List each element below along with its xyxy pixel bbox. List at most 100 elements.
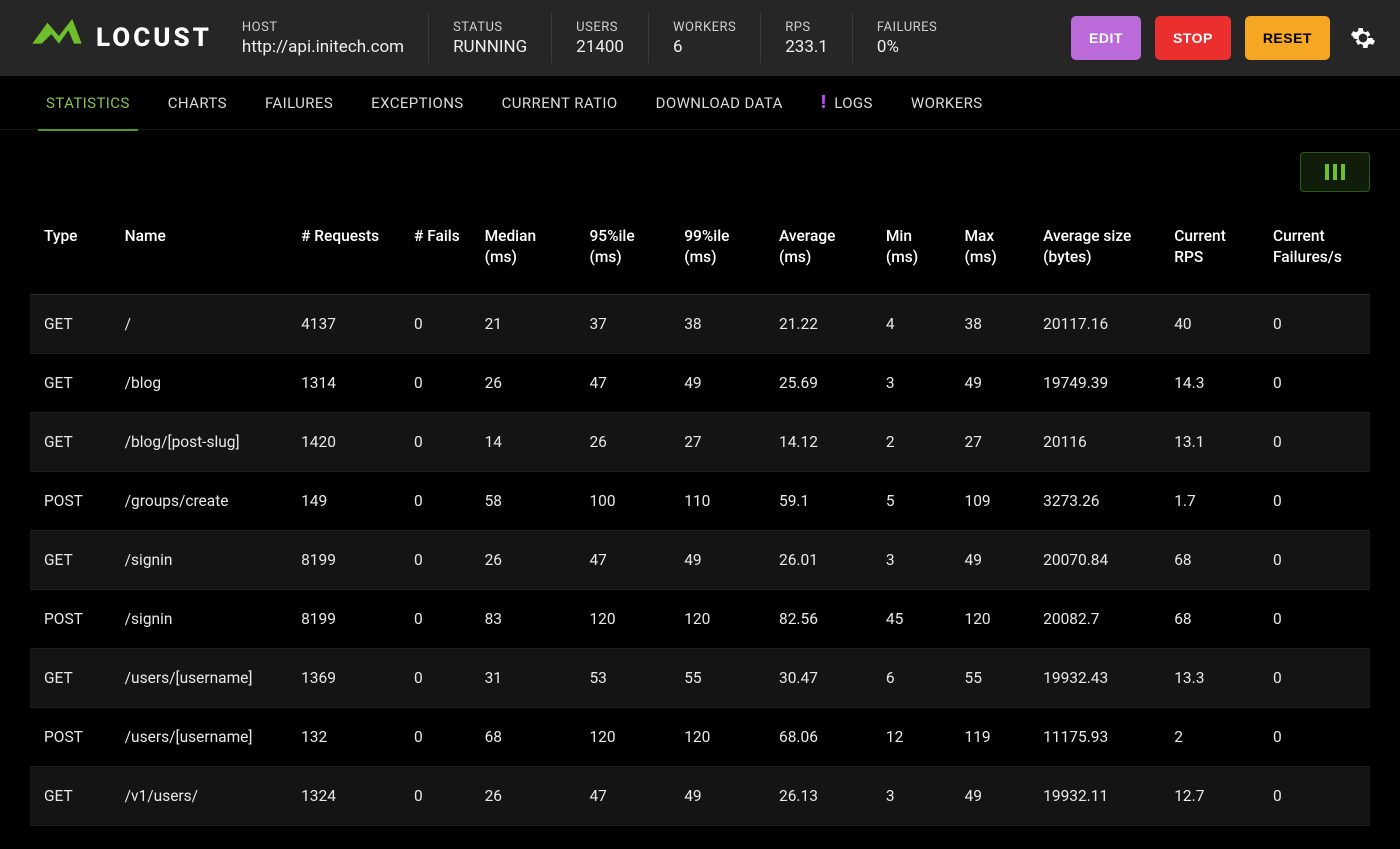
cell-median: 21 xyxy=(471,294,576,353)
cell-rps: 13.3 xyxy=(1160,648,1259,707)
col-max[interactable]: Max (ms) xyxy=(951,200,1030,294)
col-type[interactable]: Type xyxy=(30,200,111,294)
col-name[interactable]: Name xyxy=(111,200,287,294)
settings-icon[interactable] xyxy=(1350,25,1376,51)
cell-avg: 14.12 xyxy=(765,412,872,471)
metric-status-label: STATUS xyxy=(453,20,527,35)
table-row: GET/blog/[post-slug]1420014262714.122272… xyxy=(30,412,1370,471)
cell-fails: 0 xyxy=(400,353,471,412)
cell-fails: 0 xyxy=(400,766,471,825)
metric-users: USERS 21400 xyxy=(551,13,648,63)
stop-button[interactable]: STOP xyxy=(1155,16,1231,60)
col-p99[interactable]: 99%ile (ms) xyxy=(670,200,765,294)
table-row: GET/signin8199026474926.0134920070.84680 xyxy=(30,530,1370,589)
cell-requests: 1420 xyxy=(287,412,400,471)
cell-name: /blog/[post-slug] xyxy=(111,412,287,471)
cell-requests: 1314 xyxy=(287,353,400,412)
edit-button[interactable]: EDIT xyxy=(1071,16,1141,60)
cell-max: 55 xyxy=(951,648,1030,707)
cell-min: 5 xyxy=(872,471,951,530)
cell-max: 119 xyxy=(951,707,1030,766)
metric-failures: FAILURES 0% xyxy=(852,13,961,63)
brand-logo: LOCUST xyxy=(30,17,212,59)
cell-failures-s: 0 xyxy=(1259,766,1370,825)
tab-logs[interactable]: LOGS xyxy=(821,76,873,130)
cell-rps: 40 xyxy=(1160,294,1259,353)
reset-button[interactable]: RESET xyxy=(1245,16,1330,60)
cell-max: 49 xyxy=(951,766,1030,825)
table-row: POST/users/[username]13206812012068.0612… xyxy=(30,707,1370,766)
cell-p99: 49 xyxy=(670,766,765,825)
cell-p99: 110 xyxy=(670,471,765,530)
col-min[interactable]: Min (ms) xyxy=(872,200,951,294)
columns-toggle-button[interactable] xyxy=(1300,152,1370,192)
col-failures-s[interactable]: Current Failures/s xyxy=(1259,200,1370,294)
col-fails[interactable]: # Fails xyxy=(400,200,471,294)
tab-failures[interactable]: FAILURES xyxy=(265,76,333,130)
cell-type: POST xyxy=(30,589,111,648)
cell-p95: 120 xyxy=(575,589,670,648)
cell-min: 2 xyxy=(872,412,951,471)
cell-max: 109 xyxy=(951,471,1030,530)
cell-min: 3 xyxy=(872,353,951,412)
cell-requests: 149 xyxy=(287,471,400,530)
tab-current-ratio[interactable]: CURRENT RATIO xyxy=(502,76,618,130)
cell-max: 49 xyxy=(951,530,1030,589)
cell-median: 68 xyxy=(471,707,576,766)
table-row: GET/4137021373821.2243820117.16400 xyxy=(30,294,1370,353)
col-avg-size[interactable]: Average size (bytes) xyxy=(1029,200,1160,294)
metric-rps: RPS 233.1 xyxy=(760,13,852,63)
tab-statistics[interactable]: STATISTICS xyxy=(46,76,130,130)
metric-users-label: USERS xyxy=(576,20,624,35)
cell-median: 83 xyxy=(471,589,576,648)
cell-requests: 8199 xyxy=(287,589,400,648)
tab-download-data[interactable]: DOWNLOAD DATA xyxy=(656,76,783,130)
cell-avg: 59.1 xyxy=(765,471,872,530)
col-avg[interactable]: Average (ms) xyxy=(765,200,872,294)
tab-charts[interactable]: CHARTS xyxy=(168,76,227,130)
cell-rps: 1.7 xyxy=(1160,471,1259,530)
cell-type: GET xyxy=(30,294,111,353)
cell-failures-s: 0 xyxy=(1259,707,1370,766)
col-rps[interactable]: Current RPS xyxy=(1160,200,1259,294)
cell-p99: 120 xyxy=(670,707,765,766)
col-requests[interactable]: # Requests xyxy=(287,200,400,294)
cell-name: /signin xyxy=(111,589,287,648)
cell-fails: 0 xyxy=(400,471,471,530)
cell-median: 26 xyxy=(471,766,576,825)
cell-requests: 8199 xyxy=(287,530,400,589)
metric-host: HOST http://api.initech.com xyxy=(242,13,428,63)
top-bar: LOCUST HOST http://api.initech.com STATU… xyxy=(0,0,1400,76)
cell-fails: 0 xyxy=(400,589,471,648)
col-p95[interactable]: 95%ile (ms) xyxy=(575,200,670,294)
cell-p95: 53 xyxy=(575,648,670,707)
table-row: POST/signin819908312012082.564512020082.… xyxy=(30,589,1370,648)
cell-p95: 100 xyxy=(575,471,670,530)
cell-rps: 12.7 xyxy=(1160,766,1259,825)
cell-p99: 49 xyxy=(670,353,765,412)
cell-avg-size: 20082.7 xyxy=(1029,589,1160,648)
columns-icon xyxy=(1325,164,1345,180)
cell-failures-s: 0 xyxy=(1259,648,1370,707)
cell-failures-s: 0 xyxy=(1259,589,1370,648)
cell-rps: 68 xyxy=(1160,530,1259,589)
cell-type: GET xyxy=(30,353,111,412)
cell-name: /v1/users/ xyxy=(111,766,287,825)
metric-failures-label: FAILURES xyxy=(877,20,937,35)
tab-exceptions[interactable]: EXCEPTIONS xyxy=(371,76,463,130)
col-median[interactable]: Median (ms) xyxy=(471,200,576,294)
cell-name: /users/[username] xyxy=(111,707,287,766)
stats-table: Type Name # Requests # Fails Median (ms)… xyxy=(30,200,1370,826)
cell-min: 3 xyxy=(872,530,951,589)
cell-avg: 26.01 xyxy=(765,530,872,589)
cell-avg-size: 3273.26 xyxy=(1029,471,1160,530)
table-row: GET/v1/users/1324026474926.1334919932.11… xyxy=(30,766,1370,825)
tab-workers[interactable]: WORKERS xyxy=(911,76,983,130)
cell-rps: 2 xyxy=(1160,707,1259,766)
cell-rps: 13.1 xyxy=(1160,412,1259,471)
cell-median: 58 xyxy=(471,471,576,530)
cell-p95: 26 xyxy=(575,412,670,471)
cell-median: 26 xyxy=(471,353,576,412)
cell-p95: 47 xyxy=(575,530,670,589)
cell-fails: 0 xyxy=(400,707,471,766)
